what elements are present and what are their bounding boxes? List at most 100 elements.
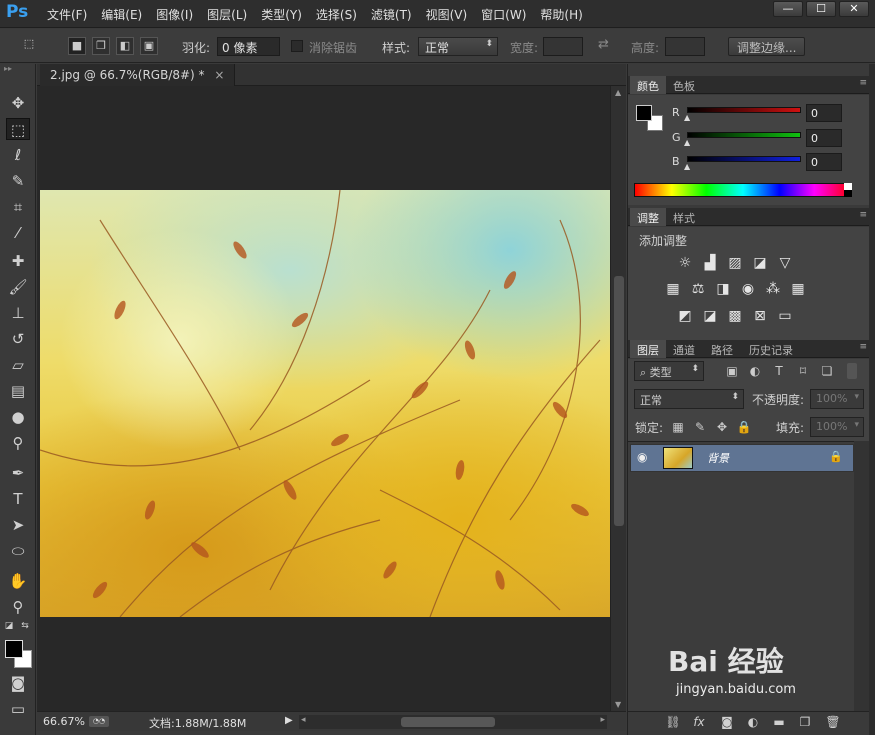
move-tool-icon[interactable]: ✥	[6, 92, 30, 114]
vibrance-icon[interactable]: ▽	[775, 254, 795, 272]
screen-mode-icon[interactable]: ▭	[6, 698, 30, 720]
layer-name[interactable]: 背景	[707, 450, 729, 466]
slider-knob-icon[interactable]: ▲	[684, 113, 690, 122]
maximize-button[interactable]: ☐	[806, 1, 836, 17]
white-swatch[interactable]	[844, 183, 852, 190]
history-brush-tool-icon[interactable]: ↺	[6, 328, 30, 350]
feather-input[interactable]: 0 像素	[217, 37, 280, 56]
channel-b-input[interactable]: 0	[806, 153, 842, 171]
vertical-scroll-thumb[interactable]	[614, 276, 624, 526]
scroll-left-icon[interactable]: ◂	[301, 715, 306, 725]
panel-menu-icon[interactable]: ≡	[859, 78, 867, 88]
panel-menu-icon[interactable]: ≡	[859, 210, 867, 220]
threshold-icon[interactable]: ▩	[725, 307, 745, 325]
color-lookup-icon[interactable]: ▦	[788, 280, 808, 298]
close-button[interactable]: ✕	[839, 1, 869, 17]
channel-b-slider[interactable]	[687, 156, 801, 162]
layer-row-background[interactable]: ◉ 背景 🔒	[630, 444, 854, 472]
tab-layers[interactable]: 图层	[630, 340, 666, 358]
new-layer-icon[interactable]: ❐	[796, 715, 814, 731]
height-input[interactable]	[665, 37, 705, 56]
zoom-preview-icon[interactable]: ◔◔	[89, 716, 109, 727]
slider-knob-icon[interactable]: ▲	[684, 138, 690, 147]
dodge-tool-icon[interactable]: ⚲	[6, 432, 30, 454]
intersect-selection-icon[interactable]: ▣	[140, 37, 158, 55]
quick-select-tool-icon[interactable]: ✎	[6, 170, 30, 192]
tab-swatches[interactable]: 色板	[666, 76, 702, 94]
selective-color-icon[interactable]: ⊠	[750, 307, 770, 325]
slider-knob-icon[interactable]: ▲	[684, 162, 690, 171]
healing-brush-tool-icon[interactable]: ✚	[6, 250, 30, 272]
scroll-down-icon[interactable]: ▼	[615, 700, 621, 709]
eraser-tool-icon[interactable]: ▱	[6, 354, 30, 376]
scroll-right-icon[interactable]: ▸	[600, 715, 605, 725]
photo-filter-icon[interactable]: ◉	[738, 280, 758, 298]
levels-icon[interactable]: ▟	[700, 254, 720, 272]
posterize-icon[interactable]: ◪	[700, 307, 720, 325]
add-mask-icon[interactable]: ◙	[718, 715, 736, 731]
swap-colors-icon[interactable]: ⇆	[18, 620, 32, 632]
filter-shape-icon[interactable]: ⌑	[795, 363, 811, 379]
menu-type[interactable]: 类型(Y)	[254, 6, 309, 23]
brightness-icon[interactable]: ☼	[675, 254, 695, 272]
channel-mixer-icon[interactable]: ⁂	[763, 280, 783, 298]
eyedropper-tool-icon[interactable]: ⁄	[6, 222, 30, 244]
opacity-input[interactable]: 100% ▾	[810, 389, 864, 409]
type-tool-icon[interactable]: T	[6, 488, 30, 510]
filter-smart-object-icon[interactable]: ❏	[819, 363, 835, 379]
style-select[interactable]: 正常 ⬍	[418, 37, 498, 56]
menu-filter[interactable]: 滤镜(T)	[364, 6, 419, 23]
antialias-checkbox[interactable]	[291, 40, 303, 52]
shape-tool-icon[interactable]: ⬭	[6, 540, 30, 562]
vertical-scrollbar[interactable]: ▲ ▼	[610, 86, 626, 711]
blend-mode-select[interactable]: 正常 ⬍	[634, 389, 744, 409]
filter-type-icon[interactable]: T	[771, 363, 787, 379]
tab-styles[interactable]: 样式	[666, 208, 702, 226]
brush-tool-icon[interactable]: 🖌	[6, 276, 30, 298]
lock-image-icon[interactable]: ✎	[692, 419, 708, 435]
curves-icon[interactable]: ▨	[725, 254, 745, 272]
quick-mask-icon[interactable]: ◙	[6, 672, 30, 694]
menu-layer[interactable]: 图层(L)	[200, 6, 254, 23]
fx-icon[interactable]: fx	[690, 715, 708, 731]
link-layers-icon[interactable]: ⛓	[664, 715, 682, 731]
document-tab[interactable]: 2.jpg @ 66.7%(RGB/8#) * ×	[40, 64, 236, 86]
foreground-color-swatch[interactable]	[5, 640, 23, 658]
menu-edit[interactable]: 编辑(E)	[94, 6, 149, 23]
delete-layer-icon[interactable]: 🗑	[824, 715, 842, 731]
path-select-tool-icon[interactable]: ➤	[6, 514, 30, 536]
width-input[interactable]	[543, 37, 583, 56]
menu-image[interactable]: 图像(I)	[149, 6, 200, 23]
black-white-icon[interactable]: ◨	[713, 280, 733, 298]
menu-window[interactable]: 窗口(W)	[474, 6, 533, 23]
channel-r-slider[interactable]	[687, 107, 801, 113]
swap-icon[interactable]: ⇄	[598, 37, 609, 52]
tab-paths[interactable]: 路径	[704, 340, 740, 358]
black-swatch[interactable]	[844, 190, 852, 197]
filter-toggle[interactable]	[847, 363, 857, 379]
zoom-tool-icon[interactable]: ⚲	[6, 596, 30, 618]
new-group-icon[interactable]: ▬	[770, 715, 788, 731]
horizontal-scrollbar[interactable]: ◂ ▸	[299, 715, 607, 729]
horizontal-scroll-thumb[interactable]	[401, 717, 495, 727]
layer-filter-select[interactable]: ⌕ 类型 ⬍	[634, 361, 704, 381]
color-fg-swatch[interactable]	[636, 105, 652, 121]
channel-r-input[interactable]: 0	[806, 104, 842, 122]
tab-channels[interactable]: 通道	[666, 340, 702, 358]
lasso-tool-icon[interactable]: ℓ	[6, 144, 30, 166]
channel-g-slider[interactable]	[687, 132, 801, 138]
scroll-up-icon[interactable]: ▲	[615, 88, 621, 97]
lock-all-icon[interactable]: 🔒	[736, 419, 752, 435]
marquee-preset-icon[interactable]: ⬚	[20, 36, 38, 54]
marquee-tool-icon[interactable]: ⬚	[6, 118, 30, 140]
subtract-selection-icon[interactable]: ◧	[116, 37, 134, 55]
lock-transparent-icon[interactable]: ▦	[670, 419, 686, 435]
color-balance-icon[interactable]: ⚖	[688, 280, 708, 298]
tab-history[interactable]: 历史记录	[742, 340, 800, 358]
menu-view[interactable]: 视图(V)	[419, 6, 475, 23]
eye-visibility-icon[interactable]: ◉	[637, 450, 647, 464]
crop-tool-icon[interactable]: ⌗	[6, 196, 30, 218]
menu-file[interactable]: 文件(F)	[40, 6, 94, 23]
invert-icon[interactable]: ◩	[675, 307, 695, 325]
lock-position-icon[interactable]: ✥	[714, 419, 730, 435]
